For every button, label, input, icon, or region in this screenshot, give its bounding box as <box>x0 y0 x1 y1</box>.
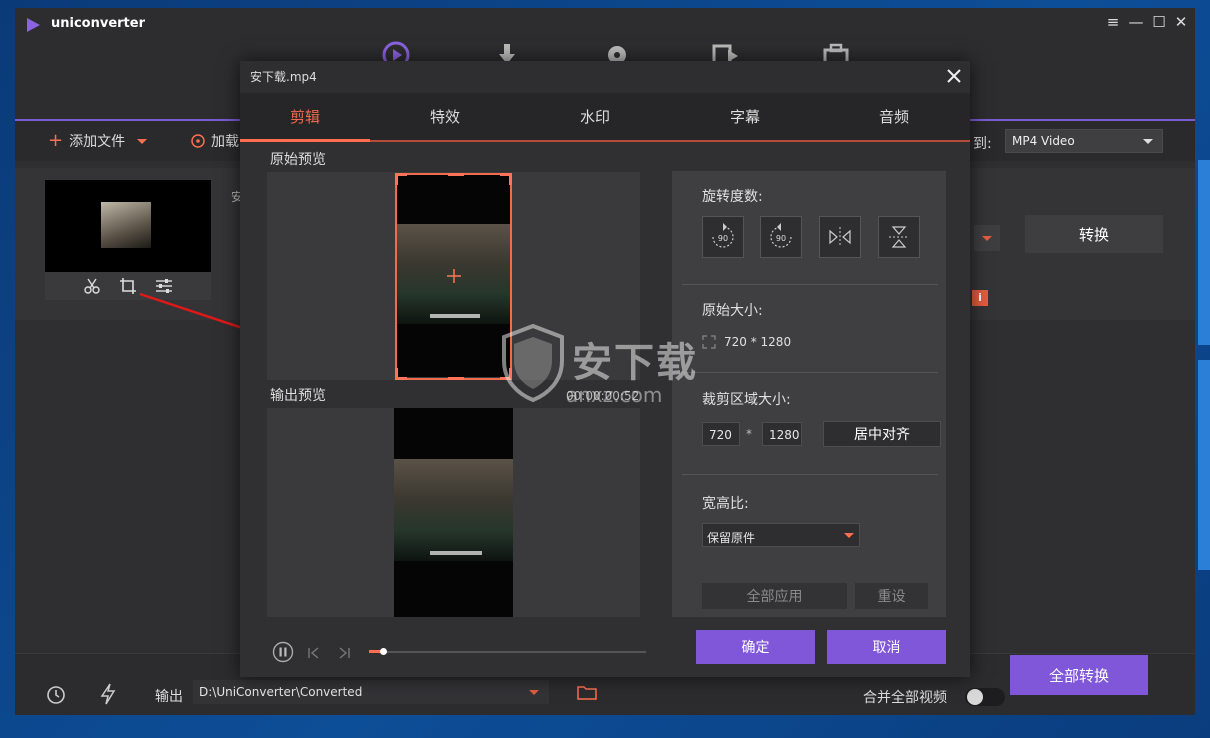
info-icon[interactable]: i <box>972 290 988 306</box>
dialog-title: 安下载.mp4 <box>250 70 317 84</box>
app-name: uniconverter <box>51 16 146 31</box>
seek-handle[interactable] <box>380 648 387 655</box>
tab-audio[interactable]: 音频 <box>819 106 969 127</box>
output-path-select[interactable]: D:\UniConverter\Converted <box>193 680 549 704</box>
output-preview-label: 输出预览 <box>270 388 326 404</box>
trim-scissors-icon[interactable] <box>83 277 101 295</box>
tab-trim[interactable]: 剪辑 <box>230 106 380 127</box>
active-tab-indicator <box>240 139 370 142</box>
video-thumbnail[interactable] <box>45 180 211 272</box>
output-label: 输出 <box>155 689 183 705</box>
crop-center-crosshair-icon <box>447 269 461 283</box>
pause-icon[interactable] <box>272 641 294 663</box>
rotate-right-button[interactable]: 90 <box>760 216 802 258</box>
menu-button[interactable]: ≡ <box>1102 11 1124 33</box>
crop-icon[interactable] <box>119 277 137 295</box>
crop-width-input[interactable]: 720 <box>702 422 740 446</box>
chevron-down-icon <box>844 533 854 538</box>
alarm-clock-icon[interactable] <box>45 683 67 705</box>
desktop-tile <box>1198 160 1210 345</box>
chevron-down-icon <box>982 236 992 241</box>
crop-size-label: 裁剪区域大小: <box>702 392 791 408</box>
format-dropdown[interactable] <box>974 225 1000 251</box>
disc-icon <box>191 134 205 148</box>
tab-subtitles[interactable]: 字幕 <box>670 106 820 127</box>
flip-horizontal-icon <box>829 227 851 247</box>
merge-videos-toggle[interactable] <box>965 688 1005 706</box>
crop-height-input[interactable]: 1280 <box>762 422 802 446</box>
lightning-icon[interactable] <box>99 683 117 705</box>
apply-all-button[interactable]: 全部应用 <box>702 583 847 609</box>
resize-icon <box>702 335 716 349</box>
original-preview-label: 原始预览 <box>270 152 326 168</box>
watermark-domain: anxz.com <box>566 383 663 407</box>
convert-button[interactable]: 转换 <box>1025 215 1163 253</box>
folder-icon[interactable] <box>577 684 597 700</box>
chevron-down-icon <box>529 690 539 695</box>
chevron-down-icon <box>137 138 148 144</box>
aspect-ratio-select[interactable]: 保留原件 <box>702 523 860 547</box>
dialog-title-bar: 安下载.mp4 <box>240 61 970 93</box>
merge-videos-label: 合并全部视频 <box>863 690 947 706</box>
output-path-value: D:\UniConverter\Converted <box>199 685 363 699</box>
next-frame-icon[interactable] <box>337 646 351 660</box>
subtitle-bar <box>429 551 483 555</box>
cancel-button[interactable]: 取消 <box>827 630 946 664</box>
tab-watermark[interactable]: 水印 <box>520 106 670 127</box>
rotate-right-icon: 90 <box>770 223 792 248</box>
crop-separator: * <box>746 427 752 441</box>
seek-bar[interactable] <box>369 651 646 653</box>
flip-vertical-button[interactable] <box>878 216 920 258</box>
load-dvd-label: 加载 <box>211 134 239 150</box>
divider <box>682 474 938 475</box>
ok-button[interactable]: 确定 <box>696 630 815 664</box>
original-size-value: 720 * 1280 <box>724 335 792 349</box>
rotate-left-button[interactable]: 90 <box>702 216 744 258</box>
thumbnail-image <box>101 202 151 248</box>
reset-button[interactable]: 重设 <box>855 583 928 609</box>
maximize-button[interactable]: ☐ <box>1148 11 1170 33</box>
original-size: 720 * 1280 <box>702 335 791 349</box>
output-format-value: MP4 Video <box>1012 134 1075 148</box>
divider <box>682 284 938 285</box>
chevron-down-icon <box>1143 139 1153 144</box>
load-dvd-button[interactable]: 加载 <box>191 131 239 151</box>
output-format-select[interactable]: MP4 Video <box>1005 129 1163 153</box>
watermark-text: 安下载 <box>572 340 698 386</box>
flip-horizontal-button[interactable] <box>819 216 861 258</box>
minimize-button[interactable]: — <box>1125 11 1147 33</box>
video-scene-image <box>394 459 513 561</box>
add-file-label: 添加文件 <box>69 134 126 150</box>
rotate-right-value: 90 <box>776 234 786 243</box>
desktop-tile <box>1198 360 1210 570</box>
crop-handle-bottom-left[interactable] <box>395 368 407 380</box>
rotate-left-icon: 90 <box>712 223 734 248</box>
rotate-left-value: 90 <box>718 234 728 243</box>
previous-frame-icon[interactable] <box>307 646 321 660</box>
convert-all-button[interactable]: 全部转换 <box>1010 655 1148 695</box>
aspect-ratio-value: 保留原件 <box>707 531 756 545</box>
close-window-button[interactable]: ✕ <box>1170 11 1192 33</box>
crop-handle-top[interactable] <box>448 173 464 176</box>
crop-handle-bottom[interactable] <box>448 377 464 380</box>
tab-effects[interactable]: 特效 <box>370 106 520 127</box>
aspect-ratio-label: 宽高比: <box>702 496 749 512</box>
output-video-frame <box>394 408 513 617</box>
plus-icon: + <box>48 130 64 151</box>
flip-vertical-icon <box>889 226 909 248</box>
add-file-button[interactable]: + 添加文件 <box>48 130 148 151</box>
rotation-label: 旋转度数: <box>702 189 763 205</box>
toggle-knob <box>967 689 983 705</box>
close-icon[interactable] <box>942 64 966 88</box>
watermark-shield-logo <box>502 323 564 403</box>
dialog-tabs: 剪辑 特效 水印 字幕 音频 <box>240 93 970 141</box>
app-logo-icon <box>27 18 40 32</box>
crop-handle-top-left[interactable] <box>395 173 407 185</box>
crop-handle-top-right[interactable] <box>500 173 512 185</box>
center-align-button[interactable]: 居中对齐 <box>823 421 941 447</box>
crop-settings-panel: 旋转度数: 90 90 原始大小: 720 * 1280 裁剪区域大小: 720… <box>672 171 946 617</box>
divider <box>682 372 938 373</box>
original-size-label: 原始大小: <box>702 303 763 319</box>
convert-to-label: 到: <box>973 136 992 152</box>
